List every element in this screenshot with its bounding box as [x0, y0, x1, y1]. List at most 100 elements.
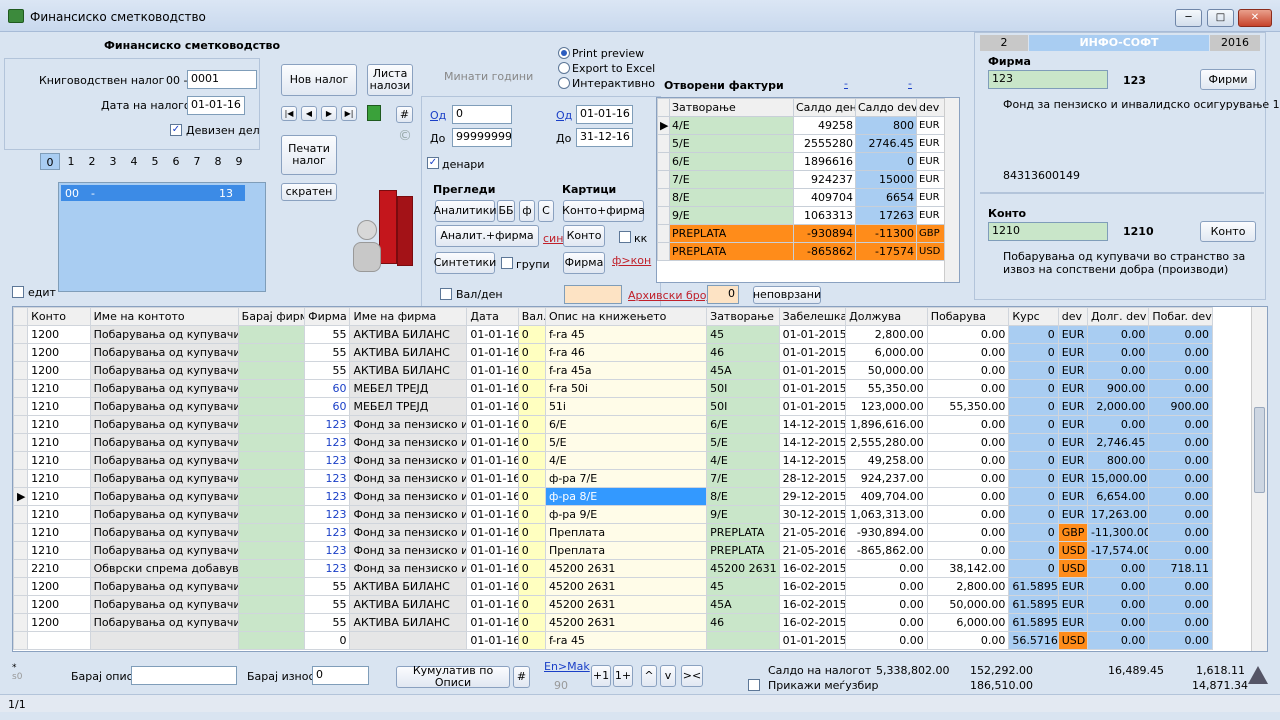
cell-ime-konto[interactable]: Побарувања од купувачи во: [89, 523, 239, 542]
cell-val[interactable]: 0: [517, 379, 546, 398]
of-row[interactable]: 5/E 2555280 2746.45 EUR: [657, 134, 946, 153]
cell-dolg-dev[interactable]: 0.00: [1086, 631, 1150, 650]
cell-val[interactable]: 0: [517, 523, 546, 542]
cell-opis[interactable]: ф-ра 9/E: [544, 505, 708, 524]
grid-header-pobaruva[interactable]: Побарува: [926, 307, 1010, 326]
cell-kurs[interactable]: 0: [1008, 433, 1059, 452]
cell-dev[interactable]: EUR: [1057, 379, 1088, 398]
cell-ime-firma[interactable]: Фонд за пензиско и ин: [349, 433, 468, 452]
cell-baraj-firma[interactable]: [237, 631, 306, 650]
cell-zatvoranje[interactable]: 45200 2631: [706, 559, 780, 578]
f-button[interactable]: ф: [519, 200, 535, 222]
cell-data[interactable]: 01-01-16: [466, 325, 519, 344]
cell-pobaruva[interactable]: 0.00: [926, 379, 1010, 398]
table-row[interactable]: 1200Побарувања од купувачи од 55АКТИВА БИ…: [13, 577, 1213, 596]
of-cell-zatvoranje[interactable]: 9/E: [669, 206, 794, 225]
cell-opis[interactable]: 6/E: [544, 415, 708, 434]
cell-pobar-dev[interactable]: 0.00: [1148, 595, 1213, 614]
cell-dolg-dev[interactable]: 2,000.00: [1086, 397, 1150, 416]
cell-dolg-dev[interactable]: 0.00: [1086, 595, 1150, 614]
of-cell-saldo-den[interactable]: 409704: [793, 188, 856, 207]
cell-opis[interactable]: ф-ра 8/E: [544, 487, 708, 506]
cell-opis[interactable]: f-ra 50i: [544, 379, 708, 398]
cell-val[interactable]: 0: [517, 397, 546, 416]
cell-zatvoranje[interactable]: 5/E: [706, 433, 780, 452]
kk-checkbox[interactable]: [619, 231, 631, 243]
cell-zabeleska[interactable]: 01-01-2015: [778, 325, 847, 344]
cell-dolzuva[interactable]: 409,704.00: [845, 487, 928, 506]
kumulativ-button[interactable]: Кумулатив по Описи: [396, 665, 510, 689]
one-plus-button[interactable]: 1+: [613, 665, 633, 687]
cell-konto[interactable]: [27, 631, 91, 650]
cell-baraj-firma[interactable]: [237, 523, 306, 542]
hash-button[interactable]: #: [396, 106, 413, 123]
s-button[interactable]: С: [538, 200, 554, 222]
list-nalozi-button[interactable]: Листа налози: [367, 64, 413, 96]
cell-konto[interactable]: 1210: [27, 451, 91, 470]
cell-dolg-dev[interactable]: 15,000.00: [1086, 469, 1150, 488]
cell-val[interactable]: 0: [517, 343, 546, 362]
cell-pobaruva[interactable]: 0.00: [926, 415, 1010, 434]
do-date-input[interactable]: 31-12-16: [576, 128, 633, 147]
cell-baraj-firma[interactable]: [237, 433, 306, 452]
cell-zabeleska[interactable]: 01-01-2015: [778, 397, 847, 416]
of-row[interactable]: 6/E 1896616 0 EUR: [657, 152, 946, 171]
cell-opis[interactable]: ф-ра 7/E: [544, 469, 708, 488]
do-input[interactable]: 99999999: [452, 128, 512, 147]
cell-pobar-dev[interactable]: 0.00: [1148, 631, 1213, 650]
cell-zabeleska[interactable]: 21-05-2016: [778, 523, 847, 542]
cell-data[interactable]: 01-01-16: [466, 487, 519, 506]
cell-zabeleska[interactable]: 01-01-2015: [778, 361, 847, 380]
maximize-button[interactable]: □: [1207, 9, 1234, 27]
cell-firma[interactable]: 123: [304, 469, 351, 488]
cell-opis[interactable]: Преплата: [544, 523, 708, 542]
cell-kurs[interactable]: 0: [1008, 559, 1059, 578]
cell-baraj-firma[interactable]: [237, 487, 306, 506]
cell-pobar-dev[interactable]: 0.00: [1148, 523, 1213, 542]
cell-baraj-firma[interactable]: [237, 469, 306, 488]
cell-pobaruva[interactable]: 6,000.00: [926, 613, 1010, 632]
cell-dolzuva[interactable]: 924,237.00: [845, 469, 928, 488]
cell-konto[interactable]: 1200: [27, 343, 91, 362]
cell-pobaruva[interactable]: 2,800.00: [926, 577, 1010, 596]
cell-pobaruva[interactable]: 0.00: [926, 361, 1010, 380]
cell-kurs[interactable]: 61.5895: [1008, 613, 1059, 632]
of-cell-dev[interactable]: EUR: [916, 206, 946, 225]
cell-data[interactable]: 01-01-16: [466, 397, 519, 416]
cell-ime-firma[interactable]: АКТИВА БИЛАНС: [349, 361, 468, 380]
minimize-button[interactable]: ─: [1175, 9, 1202, 27]
cell-pobaruva[interactable]: 0.00: [926, 523, 1010, 542]
cell-ime-konto[interactable]: [89, 631, 239, 650]
date-input[interactable]: 01-01-16: [187, 96, 245, 115]
print-preview-radio[interactable]: [558, 47, 570, 59]
cell-firma[interactable]: 123: [304, 559, 351, 578]
konto-button[interactable]: Конто: [563, 225, 605, 247]
cell-ime-konto[interactable]: Побарувања од купувачи од: [89, 325, 239, 344]
cell-data[interactable]: 01-01-16: [466, 631, 519, 650]
cell-dev[interactable]: GBP: [1057, 523, 1088, 542]
cell-zatvoranje[interactable]: 45: [706, 577, 780, 596]
devizen-checkbox[interactable]: ✓: [170, 124, 182, 136]
cell-dolzuva[interactable]: 49,258.00: [845, 451, 928, 470]
cell-zabeleska[interactable]: 14-12-2015: [778, 451, 847, 470]
cell-firma[interactable]: 55: [304, 325, 351, 344]
cell-dolzuva[interactable]: -865,862.00: [845, 541, 928, 560]
table-row[interactable]: 1210Побарувања од купувачи во 123Фонд за …: [13, 415, 1213, 434]
cell-pobar-dev[interactable]: 0.00: [1148, 361, 1213, 380]
cell-data[interactable]: 01-01-16: [466, 451, 519, 470]
cell-kurs[interactable]: 0: [1008, 487, 1059, 506]
cell-ime-firma[interactable]: Фонд за пензиско и ин: [349, 523, 468, 542]
cell-konto[interactable]: 1210: [27, 433, 91, 452]
cell-dolg-dev[interactable]: -11,300.00: [1086, 523, 1150, 542]
cell-kurs[interactable]: 61.5895: [1008, 577, 1059, 596]
cell-dolzuva[interactable]: 1,063,313.00: [845, 505, 928, 524]
table-row[interactable]: 1210Побарувања од купувачи во 123Фонд за …: [13, 541, 1213, 560]
cell-ime-konto[interactable]: Побарувања од купувачи од: [89, 577, 239, 596]
cell-opis[interactable]: 51i: [544, 397, 708, 416]
cell-ime-konto[interactable]: Побарувања од купувачи во: [89, 415, 239, 434]
cell-opis[interactable]: f-ra 46: [544, 343, 708, 362]
of-cell-saldo-den[interactable]: 2555280: [793, 134, 856, 153]
cell-dolzuva[interactable]: 0.00: [845, 595, 928, 614]
arhivski-input[interactable]: [564, 285, 622, 304]
cell-ime-firma[interactable]: МЕБЕЛ ТРЕЈД: [349, 379, 468, 398]
